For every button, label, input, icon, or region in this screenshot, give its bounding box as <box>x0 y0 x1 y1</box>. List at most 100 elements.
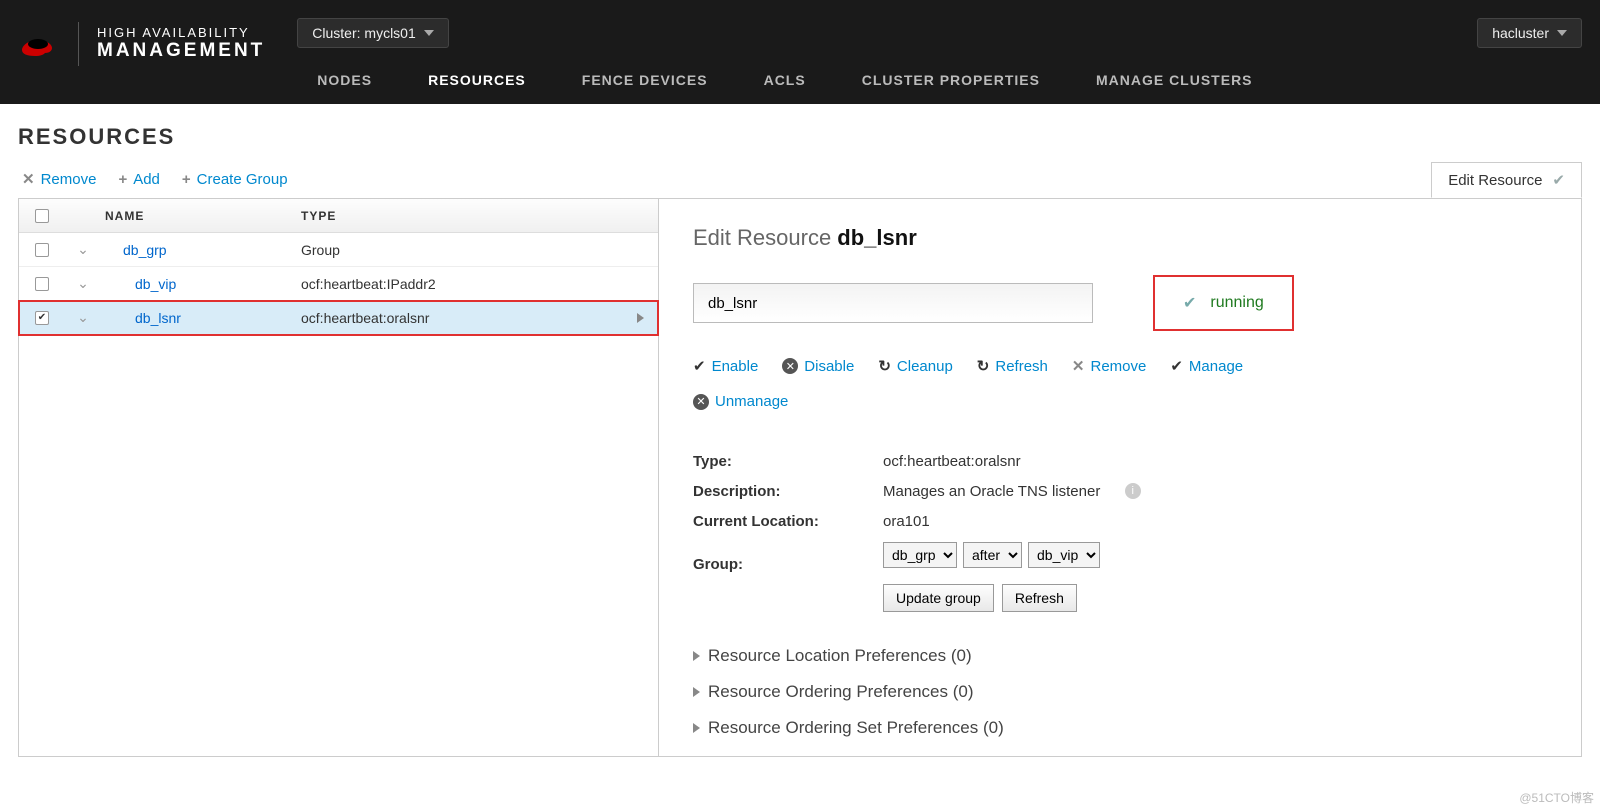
caret-right-icon <box>693 723 700 733</box>
resource-name-input[interactable] <box>693 283 1093 323</box>
col-name: NAME <box>101 209 301 223</box>
tab-edit-resource[interactable]: Edit Resource ✔ <box>1431 162 1582 198</box>
status-text: running <box>1210 294 1263 312</box>
table-row-selected[interactable]: ⌄ db_lsnr ocf:heartbeat:oralsnr <box>19 301 658 335</box>
user-menu[interactable]: hacluster <box>1477 18 1582 48</box>
refresh-action[interactable]: ↻Refresh <box>977 357 1048 375</box>
status-badge: ✔ running <box>1153 275 1294 331</box>
remove-resource-action[interactable]: ✕Remove <box>1072 357 1146 375</box>
label-description: Description: <box>693 483 883 500</box>
resource-actions: ✔Enable ✕Disable ↻Cleanup ↻Refresh ✕Remo… <box>693 357 1253 410</box>
relative-select[interactable]: db_vip <box>1028 542 1100 568</box>
refresh-icon: ↻ <box>977 357 990 375</box>
chevron-down-icon[interactable]: ⌄ <box>77 275 89 292</box>
manage-action[interactable]: ✔Manage <box>1170 357 1243 375</box>
resource-name-link[interactable]: db_grp <box>123 242 167 258</box>
remove-link[interactable]: Remove <box>41 171 97 188</box>
table-header: NAME TYPE <box>19 199 658 233</box>
resource-name-link[interactable]: db_vip <box>135 276 176 292</box>
add-link[interactable]: Add <box>133 171 160 188</box>
tab-label: Edit Resource <box>1448 172 1542 189</box>
panel-title-prefix: Edit Resource <box>693 225 837 250</box>
resource-type: ocf:heartbeat:oralsnr <box>301 310 622 326</box>
nav-cluster-properties[interactable]: CLUSTER PROPERTIES <box>834 56 1068 104</box>
cluster-row: Cluster: mycls01 hacluster <box>289 0 1600 56</box>
panel-body: Edit Resource db_lsnr ✔ running ✔Enable … <box>659 199 1581 756</box>
cleanup-action[interactable]: ↻Cleanup <box>878 357 952 375</box>
nav-fence-devices[interactable]: FENCE DEVICES <box>554 56 736 104</box>
caret-right-icon <box>693 651 700 661</box>
brand-block: HIGH AVAILABILITY MANAGEMENT <box>0 0 289 70</box>
brand-divider <box>78 22 79 66</box>
create-group-action[interactable]: + Create Group <box>182 171 288 188</box>
row-checkbox[interactable] <box>35 311 49 325</box>
nav-resources[interactable]: RESOURCES <box>400 56 554 104</box>
enable-action[interactable]: ✔Enable <box>693 357 758 375</box>
caret-down-icon <box>424 30 434 36</box>
list-actions: ✕Remove + Add + Create Group <box>18 164 292 198</box>
resource-list: NAME TYPE ⌄ db_grp Group ⌄ db_vip ocf:he… <box>19 199 659 756</box>
col-type: TYPE <box>301 209 622 223</box>
cluster-selector[interactable]: Cluster: mycls01 <box>297 18 448 48</box>
brand-line2: MANAGEMENT <box>97 40 265 63</box>
row-checkbox[interactable] <box>35 277 49 291</box>
add-action[interactable]: + Add <box>118 171 159 188</box>
panel-title-name: db_lsnr <box>837 225 916 250</box>
user-menu-label: hacluster <box>1492 25 1549 41</box>
accordion-ordering-set-prefs[interactable]: Resource Ordering Set Preferences (0) <box>693 710 1551 746</box>
main: RESOURCES ✕Remove +Add +Create Group Edi… <box>0 104 1600 757</box>
page-title: RESOURCES <box>18 124 1582 150</box>
brand-text: HIGH AVAILABILITY MANAGEMENT <box>97 25 265 63</box>
info-icon[interactable]: i <box>1125 483 1141 499</box>
remove-action[interactable]: ✕Remove <box>22 170 96 188</box>
properties: Type: ocf:heartbeat:oralsnr Description:… <box>693 446 1551 612</box>
plus-icon: + <box>118 171 127 188</box>
topbar-right: Cluster: mycls01 hacluster NODES RESOURC… <box>289 0 1600 104</box>
nav-nodes[interactable]: NODES <box>289 56 400 104</box>
brand-line1: HIGH AVAILABILITY <box>97 25 265 41</box>
value-type: ocf:heartbeat:oralsnr <box>883 453 1551 470</box>
table-row[interactable]: ⌄ db_grp Group <box>19 233 658 267</box>
refresh-group-button[interactable]: Refresh <box>1002 584 1077 612</box>
caret-right-icon <box>693 687 700 697</box>
check-icon: ✔ <box>1170 357 1183 375</box>
label-type: Type: <box>693 453 883 470</box>
name-status-row: ✔ running <box>693 275 1551 331</box>
ban-icon: ✕ <box>782 358 798 374</box>
check-icon: ✔ <box>1552 171 1565 189</box>
accordion-ordering-prefs[interactable]: Resource Ordering Preferences (0) <box>693 674 1551 710</box>
resource-type: ocf:heartbeat:IPaddr2 <box>301 276 622 292</box>
preferences-accordion: Resource Location Preferences (0) Resour… <box>693 638 1551 746</box>
select-all-checkbox[interactable] <box>35 209 49 223</box>
content-split: NAME TYPE ⌄ db_grp Group ⌄ db_vip ocf:he… <box>18 198 1582 757</box>
panel-title: Edit Resource db_lsnr <box>693 225 1551 251</box>
resource-name-link[interactable]: db_lsnr <box>135 310 181 326</box>
value-description: Manages an Oracle TNS listener <box>883 483 1100 500</box>
check-icon: ✔ <box>1183 293 1196 313</box>
position-select[interactable]: after <box>963 542 1022 568</box>
toolbar-row: ✕Remove + Add + Create Group Edit Resource… <box>18 164 1582 198</box>
create-group-link[interactable]: Create Group <box>197 171 288 188</box>
plus-icon: + <box>182 171 191 188</box>
row-checkbox[interactable] <box>35 243 49 257</box>
chevron-down-icon[interactable]: ⌄ <box>77 241 89 258</box>
accordion-location-prefs[interactable]: Resource Location Preferences (0) <box>693 638 1551 674</box>
check-icon: ✔ <box>693 357 706 375</box>
chevron-down-icon[interactable]: ⌄ <box>77 309 89 326</box>
group-select[interactable]: db_grp <box>883 542 957 568</box>
redhat-logo-icon <box>16 30 60 58</box>
ban-icon: ✕ <box>693 394 709 410</box>
detail-tabstrip: Edit Resource ✔ <box>1431 161 1582 198</box>
disable-action[interactable]: ✕Disable <box>782 357 854 375</box>
caret-down-icon <box>1557 30 1567 36</box>
close-icon: ✕ <box>1072 357 1085 375</box>
watermark: @51CTO博客 <box>1519 789 1594 806</box>
detail-panel: Edit Resource db_lsnr ✔ running ✔Enable … <box>659 199 1581 756</box>
nav-acls[interactable]: ACLS <box>736 56 834 104</box>
update-group-button[interactable]: Update group <box>883 584 994 612</box>
nav-manage-clusters[interactable]: MANAGE CLUSTERS <box>1068 56 1281 104</box>
table-row[interactable]: ⌄ db_vip ocf:heartbeat:IPaddr2 <box>19 267 658 301</box>
unmanage-action[interactable]: ✕Unmanage <box>693 393 788 410</box>
label-location: Current Location: <box>693 513 883 530</box>
topbar: HIGH AVAILABILITY MANAGEMENT Cluster: my… <box>0 0 1600 104</box>
